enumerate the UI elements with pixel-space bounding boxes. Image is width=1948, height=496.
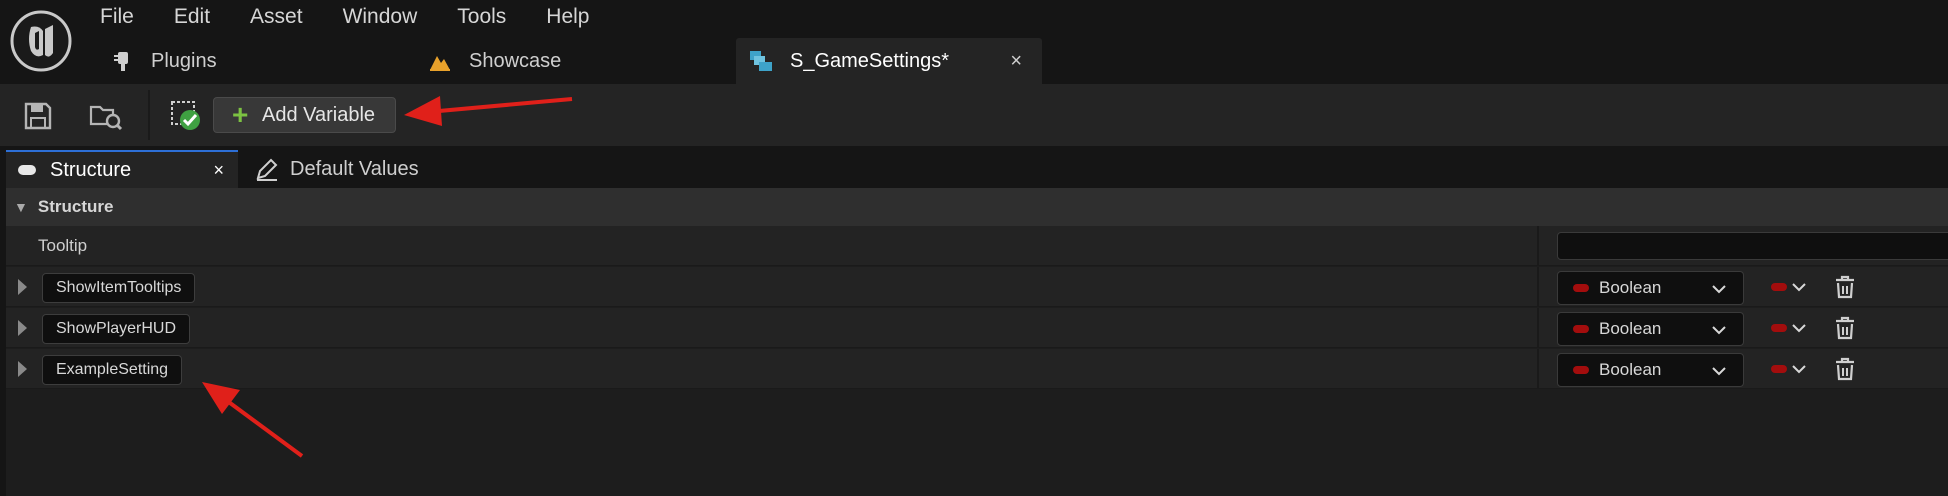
structure-icon (18, 165, 36, 175)
pencil-icon (254, 156, 280, 182)
tooltip-row: Tooltip (6, 226, 1948, 266)
column-splitter[interactable] (1537, 267, 1539, 307)
browse-button[interactable] (86, 96, 126, 136)
toolbar-separator (148, 90, 150, 140)
variable-type-dropdown[interactable]: Boolean (1557, 353, 1744, 387)
trash-icon (1836, 275, 1854, 299)
container-type-dropdown[interactable] (1771, 279, 1807, 295)
level-icon (425, 48, 455, 74)
chevron-down-icon (1792, 365, 1806, 374)
plus-icon: + (232, 99, 249, 130)
tab-label: Structure (50, 158, 132, 181)
save-icon (24, 102, 52, 130)
menu-bar: File Edit Asset Window Tools Help (100, 4, 630, 34)
title-bar: File Edit Asset Window Tools Help Plugin… (0, 0, 1948, 84)
boolean-pin-icon (1573, 366, 1589, 374)
boolean-pin-icon (1771, 283, 1787, 291)
tab-label: Default Values (290, 157, 419, 180)
variable-row: ShowPlayerHUD Boolean (6, 308, 1948, 348)
variable-type-label: Boolean (1599, 278, 1662, 297)
chevron-down-icon (1792, 283, 1806, 292)
tab-plugins[interactable]: Plugins (107, 38, 407, 84)
expand-arrow-icon[interactable] (18, 361, 27, 377)
variable-type-label: Boolean (1599, 360, 1662, 379)
tab-showcase[interactable]: Showcase (425, 38, 725, 84)
tab-default-values[interactable]: Default Values (254, 150, 454, 188)
chevron-down-icon (1712, 326, 1726, 335)
variable-row: ExampleSetting Boolean (6, 349, 1948, 389)
asset-toolbar: + Add Variable (0, 84, 1948, 146)
tooltip-label: Tooltip (38, 236, 88, 255)
boolean-pin-icon (1771, 324, 1787, 332)
structure-details-panel: ▼ Structure Tooltip ShowItemTooltips Boo… (6, 188, 1948, 496)
plug-icon (107, 48, 137, 74)
unreal-logo-icon[interactable] (9, 9, 73, 73)
menu-file[interactable]: File (100, 4, 153, 34)
tab-s-gamesettings[interactable]: S_GameSettings* × (736, 38, 1042, 84)
folder-search-icon (89, 105, 123, 131)
boolean-pin-icon (1573, 325, 1589, 333)
variable-type-dropdown[interactable]: Boolean (1557, 271, 1744, 305)
boolean-pin-icon (1573, 284, 1589, 292)
close-tab-icon[interactable]: × (1010, 50, 1022, 73)
container-type-dropdown[interactable] (1771, 320, 1807, 336)
boolean-pin-icon (1771, 365, 1787, 373)
chevron-down-icon (1712, 367, 1726, 376)
variable-row: ShowItemTooltips Boolean (6, 267, 1948, 307)
chevron-down-icon (1792, 324, 1806, 333)
add-variable-label: Add Variable (262, 103, 376, 126)
category-label: Structure (37, 197, 114, 216)
trash-icon (1836, 316, 1854, 340)
variable-type-dropdown[interactable]: Boolean (1557, 312, 1744, 346)
trash-icon (1836, 357, 1854, 381)
tab-label: S_GameSettings* (790, 49, 949, 72)
column-splitter[interactable] (1537, 308, 1539, 348)
collapse-arrow-icon: ▼ (14, 199, 28, 215)
menu-edit[interactable]: Edit (174, 4, 229, 34)
compile-status-button[interactable] (166, 96, 206, 136)
tab-label: Plugins (151, 49, 217, 72)
column-splitter[interactable] (1537, 226, 1539, 266)
menu-asset[interactable]: Asset (250, 4, 322, 34)
add-variable-button[interactable]: + Add Variable (213, 97, 396, 133)
save-button[interactable] (18, 96, 58, 136)
variable-name-field[interactable]: ExampleSetting (42, 355, 183, 385)
delete-variable-button[interactable] (1832, 274, 1858, 305)
close-tab-icon[interactable]: × (213, 160, 224, 181)
expand-arrow-icon[interactable] (18, 279, 27, 295)
panel-tab-bar: Structure × Default Values (0, 146, 1948, 188)
menu-window[interactable]: Window (343, 4, 437, 34)
column-splitter[interactable] (1537, 349, 1539, 389)
menu-help[interactable]: Help (546, 4, 608, 34)
chevron-down-icon (1712, 285, 1726, 294)
variable-name-field[interactable]: ShowPlayerHUD (42, 314, 191, 344)
struct-icon (746, 48, 776, 74)
tab-structure[interactable]: Structure × (6, 150, 238, 188)
delete-variable-button[interactable] (1832, 315, 1858, 346)
menu-tools[interactable]: Tools (457, 4, 525, 34)
container-type-dropdown[interactable] (1771, 361, 1807, 377)
compile-check-icon (171, 101, 200, 130)
variable-name-field[interactable]: ShowItemTooltips (42, 273, 196, 303)
structure-category-header[interactable]: ▼ Structure (6, 188, 1948, 226)
variable-type-label: Boolean (1599, 319, 1662, 338)
delete-variable-button[interactable] (1832, 356, 1858, 387)
document-tabs: Plugins Showcase S_GameSettings* × (95, 38, 1948, 84)
expand-arrow-icon[interactable] (18, 320, 27, 336)
tab-label: Showcase (469, 49, 562, 72)
tooltip-input[interactable] (1557, 232, 1948, 260)
